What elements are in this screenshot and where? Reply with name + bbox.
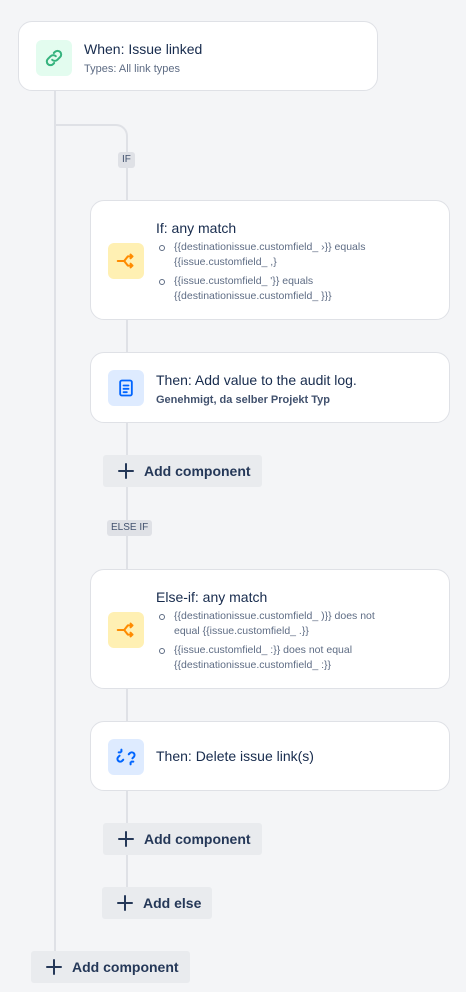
if-action-title: Then: Add value to the audit log. xyxy=(156,372,357,388)
if-condition-title: If: any match xyxy=(156,220,237,236)
unlink-icon xyxy=(116,748,136,766)
if-condition-1-line2: {{issue.customfield_ ,} xyxy=(174,256,277,268)
trigger-title: When: Issue linked xyxy=(84,41,203,57)
plus-icon xyxy=(46,959,62,975)
trigger-subtitle: Types: All link types xyxy=(84,63,180,75)
if-condition-card[interactable]: If: any match {{destinationissue.customf… xyxy=(90,200,450,320)
add-component-button[interactable]: Add component xyxy=(103,455,262,487)
if-condition-2-line1: {{issue.customfield_ '}} equals xyxy=(174,275,314,287)
else-if-condition-title: Else-if: any match xyxy=(156,589,268,605)
add-else-label: Add else xyxy=(143,895,202,911)
else-if-badge: ELSE IF xyxy=(107,520,153,536)
add-component-label: Add component xyxy=(72,959,179,975)
else-if-condition-2-line2: {{destinationissue.customfield_ :}} xyxy=(174,659,332,671)
if-badge: IF xyxy=(118,152,135,168)
add-component-label: Add component xyxy=(144,831,251,847)
main-connector xyxy=(54,91,56,963)
if-action-subtitle: Genehmigt, da selber Projekt Typ xyxy=(156,394,331,406)
else-if-icon-box xyxy=(108,612,144,648)
condition-bullet xyxy=(159,245,165,251)
else-if-condition-2-line1: {{issue.customfield_ :}} does not equal xyxy=(174,644,353,656)
else-if-condition-card[interactable]: Else-if: any match {{destinationissue.cu… xyxy=(90,569,450,689)
condition-bullet xyxy=(159,614,165,620)
plus-icon xyxy=(117,895,133,911)
add-component-button[interactable]: Add component xyxy=(31,951,190,983)
plus-icon xyxy=(118,831,134,847)
document-icon xyxy=(119,379,133,397)
link-icon xyxy=(45,49,63,67)
if-action-card[interactable]: Then: Add value to the audit log. Genehm… xyxy=(90,352,450,423)
add-else-button[interactable]: Add else xyxy=(102,887,213,919)
branch-icon xyxy=(116,622,134,638)
trigger-icon-box xyxy=(36,40,72,76)
if-condition-2-line2: {{destinationissue.customfield_ }}} xyxy=(174,290,332,302)
add-component-button[interactable]: Add component xyxy=(103,823,262,855)
condition-bullet xyxy=(159,648,165,654)
else-if-action-card[interactable]: Then: Delete issue link(s) xyxy=(90,721,450,791)
else-if-condition-1-line1: {{destinationissue.customfield_ )}} does… xyxy=(174,610,375,622)
if-icon-box xyxy=(108,243,144,279)
if-condition-1-line1: {{destinationissue.customfield_ ›}} equa… xyxy=(174,241,366,253)
if-branch-connector xyxy=(55,124,128,154)
add-component-label: Add component xyxy=(144,463,251,479)
unlink-icon-box xyxy=(108,739,144,775)
trigger-card[interactable]: When: Issue linked Types: All link types xyxy=(18,21,378,91)
plus-icon xyxy=(118,463,134,479)
condition-bullet xyxy=(159,279,165,285)
branch-icon xyxy=(116,253,134,269)
else-if-condition-1-line2: equal {{issue.customfield_ .}} xyxy=(174,625,309,637)
else-if-action-title: Then: Delete issue link(s) xyxy=(156,748,314,764)
audit-icon-box xyxy=(108,370,144,406)
